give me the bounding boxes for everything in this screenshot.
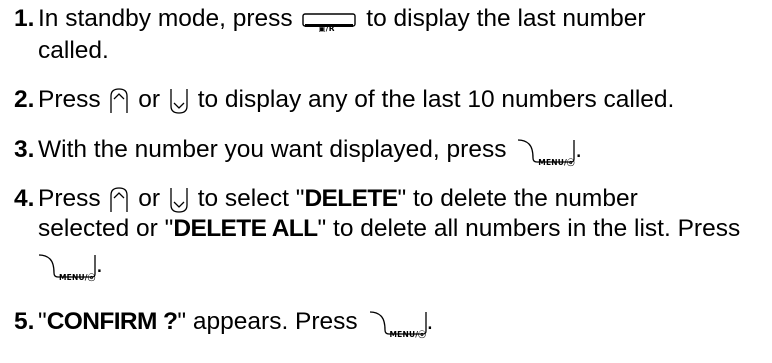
- menu-key-label: MENU/ⓞ: [389, 329, 426, 339]
- step-text: .: [575, 136, 583, 163]
- step-number: 5.: [14, 308, 35, 335]
- menu-key-label: MENU/ⓞ: [538, 157, 575, 167]
- menu-key-icon: MENU/ⓞ: [517, 138, 575, 167]
- step-text: or: [138, 86, 161, 113]
- down-arrow-key-icon: [169, 187, 189, 213]
- step-text: to display the last number: [366, 5, 646, 32]
- down-arrow-key-icon: [169, 88, 189, 114]
- up-arrow-key-icon: [109, 87, 129, 114]
- step-text: " to delete all numbers in the list. Pre…: [317, 215, 741, 242]
- step-4: 4. Press or to select "DELETE" to delete …: [0, 184, 638, 214]
- redial-key-label: ▣/R: [318, 23, 335, 33]
- step-5: 5. "CONFIRM ?" appears. Press MENU/ⓞ .: [0, 307, 434, 339]
- keyword-delete: DELETE: [304, 185, 398, 212]
- step-text: .: [96, 251, 103, 278]
- step-2: 2. Press or to display any of the last 10…: [0, 85, 674, 115]
- keyword-delete-all: DELETE ALL: [173, 215, 318, 242]
- step-text: Press: [38, 185, 101, 212]
- keyword-confirm: CONFIRM ?: [46, 308, 178, 335]
- step-text: to select ": [197, 185, 305, 212]
- step-4-continued-2: MENU/ⓞ .: [38, 250, 103, 282]
- step-text: " to delete the number: [397, 185, 638, 212]
- step-text: to display any of the last 10 numbers ca…: [197, 86, 675, 113]
- step-text: " appears. Press: [177, 308, 358, 335]
- step-number: 4.: [14, 185, 35, 212]
- step-1: 1. In standby mode, press ▣/R to display …: [0, 4, 645, 34]
- menu-key-icon: MENU/ⓞ: [38, 253, 96, 282]
- menu-key-label: MENU/ⓞ: [59, 272, 96, 282]
- step-number: 2.: [14, 86, 35, 113]
- step-text: .: [426, 308, 434, 335]
- step-4-continued: selected or "DELETE ALL" to delete all n…: [38, 214, 740, 244]
- step-text: In standby mode, press: [38, 5, 293, 32]
- step-text: selected or ": [38, 215, 174, 242]
- menu-key-icon: MENU/ⓞ: [369, 310, 427, 339]
- step-1-continued: called.: [38, 36, 109, 66]
- redial-key-icon: ▣/R: [302, 11, 357, 33]
- step-text: called.: [38, 37, 109, 64]
- step-number: 3.: [14, 136, 35, 163]
- step-text: With the number you want displayed, pres…: [38, 136, 507, 163]
- step-text: ": [38, 308, 47, 335]
- step-text: or: [138, 185, 161, 212]
- step-number: 1.: [14, 5, 35, 32]
- up-arrow-key-icon: [109, 186, 129, 213]
- step-3: 3. With the number you want displayed, pr…: [0, 135, 583, 167]
- step-text: Press: [38, 86, 101, 113]
